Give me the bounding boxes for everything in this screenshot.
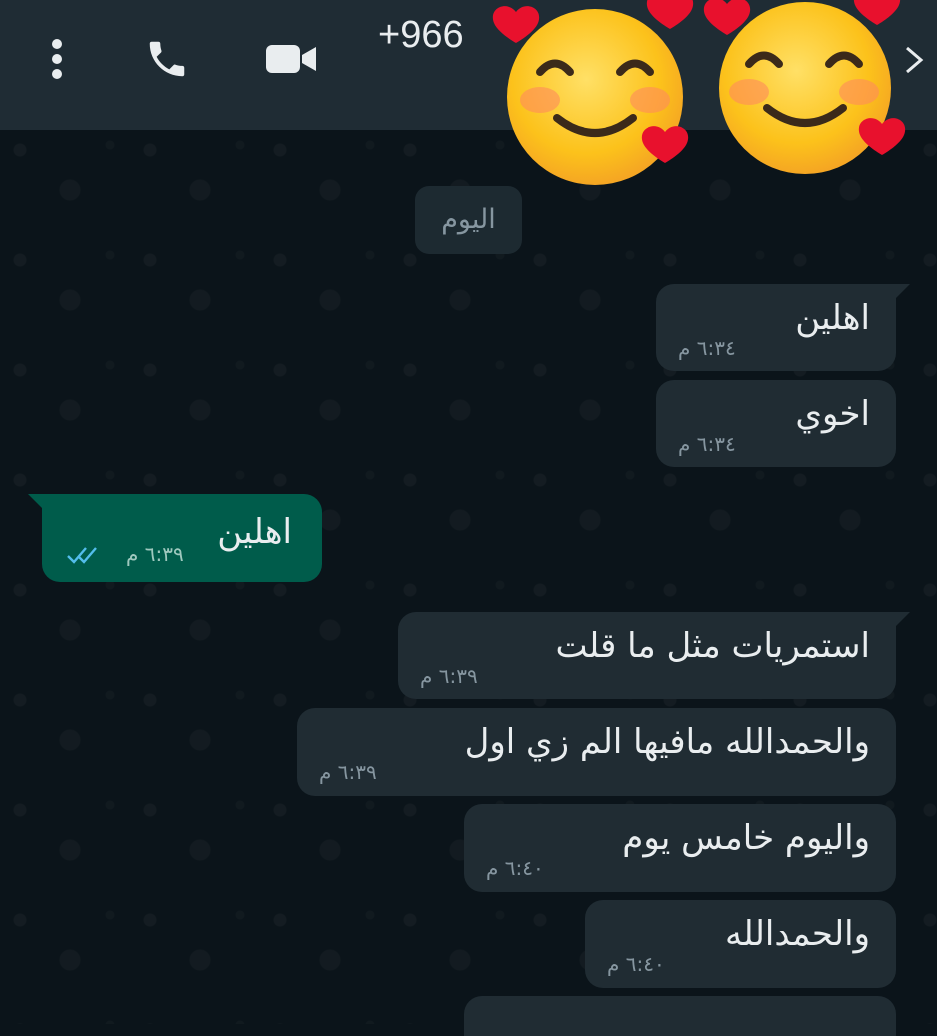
message-text: اهلين [795, 298, 870, 338]
message-text: اخوي [795, 394, 870, 434]
incoming-message[interactable]: استمريات مثل ما قلت ٦:٣٩ م [398, 612, 910, 699]
video-call-icon[interactable] [262, 36, 322, 82]
message-text: اهلين [217, 512, 292, 552]
smiling-hearts-emoji-icon [697, 0, 922, 180]
incoming-message[interactable]: والحمدالله مافيها الم زي اول ٦:٣٩ م [297, 708, 896, 796]
message-text: والحمدالله [725, 914, 870, 954]
incoming-message[interactable]: واليوم خامس يوم ٦:٤٠ م [464, 804, 896, 892]
message-time: ٦:٣٩ م [126, 542, 184, 566]
call-icon[interactable] [140, 36, 194, 82]
message-text: والحمدالله مافيها الم زي اول [464, 722, 870, 762]
message-time: ٦:٣٤ م [678, 432, 736, 456]
more-vertical-icon[interactable] [40, 36, 74, 82]
incoming-message[interactable]: اخوي ٦:٣٤ م [656, 380, 896, 467]
outgoing-message[interactable]: اهلين ٦:٣٩ م [28, 494, 322, 582]
incoming-message[interactable]: اهلين ٦:٣٤ م [656, 284, 910, 371]
incoming-message[interactable]: والحمدالله ٦:٤٠ م [585, 900, 896, 988]
message-time: ٦:٣٩ م [420, 664, 478, 688]
message-time: ٦:٣٩ م [319, 760, 377, 784]
message-time: ٦:٣٤ م [678, 336, 736, 360]
smiling-hearts-emoji-icon [485, 0, 710, 190]
message-text: استمريات مثل ما قلت [555, 626, 870, 666]
incoming-message-partial[interactable] [464, 996, 896, 1036]
date-chip: اليوم [415, 186, 522, 254]
message-text: واليوم خامس يوم [622, 818, 870, 858]
contact-phone-number[interactable]: +966 [378, 14, 464, 57]
message-time: ٦:٤٠ م [486, 856, 544, 880]
message-time: ٦:٤٠ م [607, 952, 665, 976]
read-receipt-icon [67, 547, 97, 564]
